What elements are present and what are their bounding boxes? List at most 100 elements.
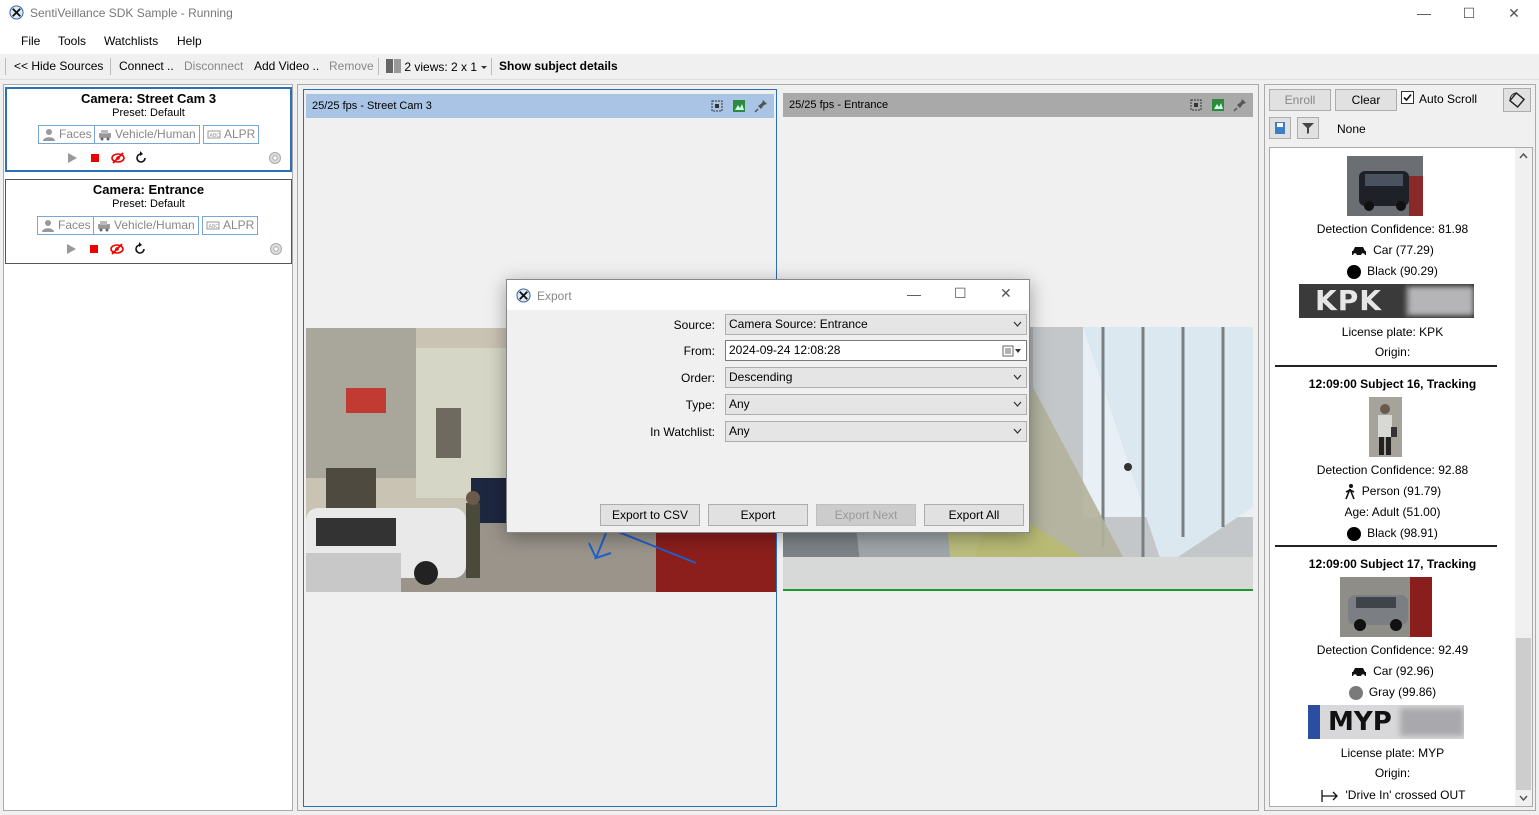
hide-overlay-icon[interactable] (111, 151, 125, 165)
car-icon (1352, 667, 1367, 678)
plate-blur (1407, 286, 1474, 316)
menu-help[interactable]: Help (177, 34, 202, 48)
fit-icon[interactable] (1189, 98, 1203, 112)
scrollbar-thumb[interactable] (1516, 638, 1531, 790)
play-icon[interactable] (64, 242, 78, 256)
feed-scrollbar[interactable] (1515, 148, 1532, 806)
watchlist-select[interactable]: Any (725, 421, 1027, 442)
alpr-toggle[interactable]: ABC ALPR (203, 125, 260, 144)
layout-icon (386, 59, 401, 73)
show-subject-details-button[interactable]: Show subject details (499, 59, 618, 73)
export-all-button[interactable]: Export All (924, 504, 1024, 526)
subject-thumbnail[interactable] (1347, 156, 1423, 216)
pin-icon[interactable] (1233, 98, 1247, 112)
view-header: 25/25 fps - Entrance (783, 93, 1253, 117)
rotate-icon (1508, 91, 1526, 109)
subjects-feed[interactable]: Detection Confidence: 81.98 Car (77.29) … (1269, 147, 1533, 807)
hide-overlay-icon[interactable] (110, 242, 124, 256)
car-person-icon (98, 221, 110, 232)
vehicle-human-toggle[interactable]: Vehicle/Human (93, 216, 199, 235)
close-button[interactable]: ✕ (1491, 0, 1537, 28)
disconnect-button[interactable]: Disconnect (184, 59, 243, 73)
source-select[interactable]: Camera Source: Entrance (725, 314, 1027, 335)
license-plate-label: License plate: KPK (1341, 325, 1444, 339)
menu-tools[interactable]: Tools (58, 34, 86, 48)
watchlist-label: In Watchlist: (650, 425, 715, 439)
subject-thumbnail[interactable] (1369, 397, 1402, 457)
play-icon[interactable] (65, 151, 79, 165)
order-select[interactable]: Descending (725, 367, 1027, 388)
menu-file[interactable]: File (21, 34, 40, 48)
subjects-panel: Enroll Clear Auto Scroll None Detection … (1264, 84, 1536, 811)
detection-confidence: Detection Confidence: 92.88 (1316, 463, 1469, 477)
views-dropdown[interactable]: 2 views: 2 x 1 (386, 59, 488, 74)
camera-preset: Preset: Default (112, 107, 185, 119)
stop-icon[interactable] (87, 242, 101, 256)
dialog-close-button[interactable]: ✕ (1000, 285, 1012, 302)
stop-icon[interactable] (88, 151, 102, 165)
dialog-minimize-button[interactable]: — (907, 286, 921, 302)
car-person-icon (99, 130, 111, 141)
age-estimate: Age: Adult (51.00) (1344, 505, 1441, 519)
scroll-down-icon[interactable] (1515, 789, 1532, 806)
dialog-maximize-button[interactable]: ☐ (954, 285, 967, 302)
calendar-icon[interactable] (1002, 345, 1022, 357)
faces-label: Faces (58, 218, 91, 232)
type-select[interactable]: Any (725, 394, 1027, 415)
gear-icon[interactable] (268, 151, 282, 165)
window-title: SentiVeillance SDK Sample - Running (30, 6, 233, 20)
filter-button[interactable] (1297, 117, 1319, 139)
subject-thumbnail[interactable] (1340, 577, 1432, 637)
clear-button[interactable]: Clear (1335, 89, 1397, 111)
export-button[interactable]: Export (708, 504, 808, 526)
type-value: Any (729, 397, 750, 411)
object-color: Black (98.91) (1270, 526, 1515, 541)
auto-scroll-label: Auto Scroll (1419, 92, 1478, 106)
camera-card-street-cam-3[interactable]: Camera: Street Cam 3 Preset: Default Fac… (5, 87, 292, 172)
connect-button[interactable]: Connect .. (119, 59, 174, 73)
remove-button[interactable]: Remove (329, 59, 374, 73)
enroll-button[interactable]: Enroll (1269, 89, 1331, 111)
license-plate-thumbnail[interactable]: KPK (1299, 284, 1474, 318)
rotate-button[interactable] (1503, 88, 1531, 112)
object-color: Gray (99.86) (1270, 685, 1515, 700)
line-crossing-icon (1320, 789, 1338, 802)
order-value: Descending (729, 370, 793, 384)
toolbar-separator (491, 58, 492, 75)
vehicle-human-toggle[interactable]: Vehicle/Human (94, 125, 200, 144)
gear-icon[interactable] (269, 242, 283, 256)
type-label: Type: (685, 398, 715, 412)
from-datetime-picker[interactable]: 2024-09-24 12:08:28 (725, 340, 1027, 361)
menu-watchlists[interactable]: Watchlists (104, 34, 158, 48)
scroll-up-icon[interactable] (1515, 148, 1532, 165)
export-next-button[interactable]: Export Next (816, 504, 916, 526)
subject-header: 12:09:00 Subject 16, Tracking (1308, 377, 1477, 391)
fit-icon[interactable] (710, 99, 724, 113)
snapshot-icon[interactable] (1211, 98, 1225, 112)
save-feed-button[interactable] (1269, 117, 1291, 139)
hide-sources-button[interactable]: << Hide Sources (14, 59, 103, 73)
alpr-label: ALPR (224, 127, 256, 141)
color-swatch-icon (1347, 526, 1362, 541)
pin-icon[interactable] (754, 99, 768, 113)
menu-bar: File Tools Watchlists Help (0, 28, 1539, 54)
order-label: Order: (680, 371, 715, 385)
auto-scroll-checkbox[interactable] (1401, 91, 1414, 104)
export-to-csv-button[interactable]: Export to CSV (600, 504, 700, 526)
toolbar-separator (378, 58, 379, 75)
detection-confidence: Detection Confidence: 81.98 (1316, 222, 1469, 236)
camera-title: Camera: Street Cam 3 (80, 91, 217, 106)
refresh-icon[interactable] (134, 151, 148, 165)
refresh-icon[interactable] (133, 242, 147, 256)
alpr-toggle[interactable]: ABC ALPR (202, 216, 259, 235)
minimize-button[interactable]: — (1401, 0, 1447, 28)
add-video-button[interactable]: Add Video .. (254, 59, 319, 73)
chevron-down-icon (1013, 374, 1022, 380)
faces-toggle[interactable]: Faces (38, 125, 96, 144)
license-plate-thumbnail[interactable]: MYP (1308, 705, 1464, 739)
plate-text: MYP (1328, 707, 1392, 737)
faces-toggle[interactable]: Faces (37, 216, 95, 235)
snapshot-icon[interactable] (732, 99, 746, 113)
camera-card-entrance[interactable]: Camera: Entrance Preset: Default Faces V… (5, 179, 292, 264)
maximize-button[interactable]: ☐ (1446, 0, 1492, 28)
